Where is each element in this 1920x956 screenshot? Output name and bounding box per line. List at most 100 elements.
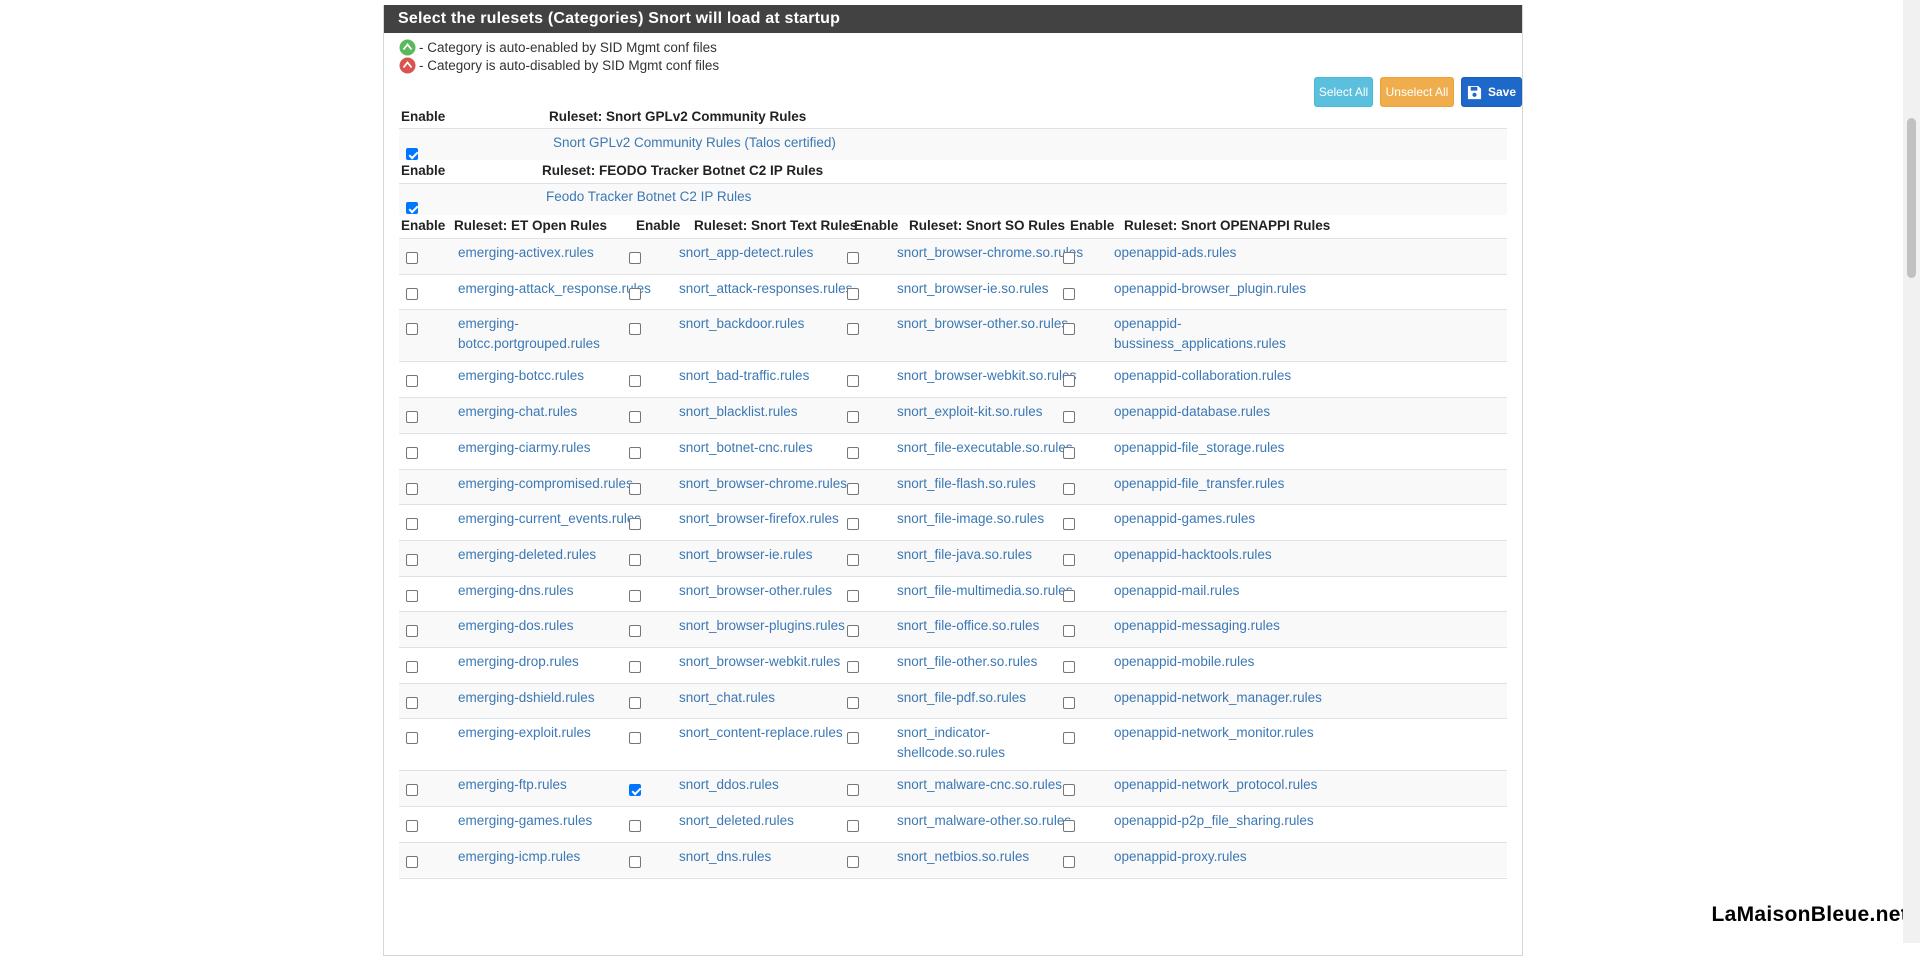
et-rule-link[interactable]: emerging-dshield.rules [458, 688, 595, 708]
so-rule-link[interactable]: snort_file-pdf.so.rules [897, 688, 1026, 708]
so-rule-link[interactable]: snort_exploit-kit.so.rules [897, 402, 1043, 422]
so-rule-checkbox[interactable] [847, 287, 859, 300]
openappid-rule-link[interactable]: openappid-collaboration.rules [1114, 366, 1291, 386]
so-rule-link[interactable]: snort_file-executable.so.rules [897, 438, 1073, 458]
openappid-rule-link[interactable]: openappid-mobile.rules [1114, 652, 1254, 672]
openappid-rule-link[interactable]: openappid-mail.rules [1114, 581, 1239, 601]
et-rule-link[interactable]: emerging-ftp.rules [458, 775, 567, 795]
text-rule-checkbox[interactable] [629, 553, 641, 566]
so-rule-link[interactable]: snort_browser-chrome.so.rules [897, 243, 1083, 263]
text-rule-link[interactable]: snort_botnet-cnc.rules [679, 438, 813, 458]
et-rule-link[interactable]: emerging-botcc.portgrouped.rules [458, 314, 600, 353]
et-rule-checkbox[interactable] [406, 589, 418, 602]
openappid-rule-checkbox[interactable] [1063, 553, 1075, 566]
openappid-rule-checkbox[interactable] [1063, 696, 1075, 709]
gplv2-checkbox[interactable] [406, 148, 418, 160]
openappid-rule-checkbox[interactable] [1063, 482, 1075, 495]
et-rule-link[interactable]: emerging-deleted.rules [458, 545, 596, 565]
so-rule-link[interactable]: snort_file-image.so.rules [897, 509, 1044, 529]
et-rule-checkbox[interactable] [406, 375, 418, 388]
openappid-rule-link[interactable]: openappid-browser_plugin.rules [1114, 279, 1306, 299]
text-rule-checkbox[interactable] [629, 252, 641, 264]
openappid-rule-checkbox[interactable] [1063, 732, 1075, 745]
et-rule-checkbox[interactable] [406, 625, 418, 638]
et-rule-checkbox[interactable] [406, 287, 418, 300]
et-rule-checkbox[interactable] [406, 661, 418, 673]
openappid-rule-link[interactable]: openappid-proxy.rules [1114, 847, 1247, 867]
et-rule-checkbox[interactable] [406, 323, 418, 336]
feodo-rule-link[interactable]: Feodo Tracker Botnet C2 IP Rules [546, 187, 751, 207]
openappid-rule-link[interactable]: openappid-file_storage.rules [1114, 438, 1284, 458]
text-rule-checkbox[interactable] [629, 784, 641, 797]
openappid-rule-checkbox[interactable] [1063, 625, 1075, 638]
et-rule-checkbox[interactable] [406, 411, 418, 424]
et-rule-checkbox[interactable] [406, 553, 418, 566]
so-rule-checkbox[interactable] [847, 252, 859, 264]
text-rule-link[interactable]: snort_chat.rules [679, 688, 775, 708]
text-rule-link[interactable]: snort_browser-other.rules [679, 581, 832, 601]
gplv2-rule-link[interactable]: Snort GPLv2 Community Rules (Talos certi… [553, 133, 836, 153]
so-rule-link[interactable]: snort_file-java.so.rules [897, 545, 1032, 565]
text-rule-checkbox[interactable] [629, 323, 641, 336]
so-rule-checkbox[interactable] [847, 625, 859, 638]
et-rule-link[interactable]: emerging-botcc.rules [458, 366, 584, 386]
et-rule-checkbox[interactable] [406, 252, 418, 264]
select-all-button[interactable]: Select All [1314, 77, 1373, 107]
openappid-rule-checkbox[interactable] [1063, 323, 1075, 336]
text-rule-link[interactable]: snort_browser-ie.rules [679, 545, 813, 565]
et-rule-link[interactable]: emerging-attack_response.rules [458, 279, 651, 299]
text-rule-checkbox[interactable] [629, 287, 641, 300]
text-rule-link[interactable]: snort_browser-firefox.rules [679, 509, 839, 529]
openappid-rule-link[interactable]: openappid-ads.rules [1114, 243, 1236, 263]
et-rule-checkbox[interactable] [406, 482, 418, 495]
et-rule-link[interactable]: emerging-ciarmy.rules [458, 438, 591, 458]
et-rule-checkbox[interactable] [406, 696, 418, 709]
text-rule-link[interactable]: snort_deleted.rules [679, 811, 794, 831]
openappid-rule-checkbox[interactable] [1063, 518, 1075, 531]
so-rule-checkbox[interactable] [847, 553, 859, 566]
text-rule-checkbox[interactable] [629, 661, 641, 673]
so-rule-checkbox[interactable] [847, 696, 859, 709]
text-rule-checkbox[interactable] [629, 589, 641, 602]
openappid-rule-checkbox[interactable] [1063, 252, 1075, 264]
openappid-rule-checkbox[interactable] [1063, 855, 1075, 868]
so-rule-checkbox[interactable] [847, 482, 859, 495]
text-rule-checkbox[interactable] [629, 482, 641, 495]
openappid-rule-link[interactable]: openappid-database.rules [1114, 402, 1270, 422]
text-rule-link[interactable]: snort_bad-traffic.rules [679, 366, 809, 386]
text-rule-checkbox[interactable] [629, 855, 641, 868]
so-rule-checkbox[interactable] [847, 784, 859, 797]
et-rule-link[interactable]: emerging-dos.rules [458, 616, 574, 636]
openappid-rule-link[interactable]: openappid-bussiness_applications.rules [1114, 314, 1286, 353]
openappid-rule-checkbox[interactable] [1063, 287, 1075, 300]
so-rule-link[interactable]: snort_indicator-shellcode.so.rules [897, 723, 1005, 762]
openappid-rule-checkbox[interactable] [1063, 411, 1075, 424]
so-rule-link[interactable]: snort_malware-other.so.rules [897, 811, 1071, 831]
text-rule-link[interactable]: snort_browser-webkit.rules [679, 652, 840, 672]
openappid-rule-checkbox[interactable] [1063, 589, 1075, 602]
so-rule-checkbox[interactable] [847, 589, 859, 602]
openappid-rule-checkbox[interactable] [1063, 446, 1075, 459]
et-rule-checkbox[interactable] [406, 446, 418, 459]
page-scrollbar[interactable] [1903, 0, 1920, 943]
et-rule-link[interactable]: emerging-icmp.rules [458, 847, 580, 867]
et-rule-checkbox[interactable] [406, 784, 418, 797]
text-rule-checkbox[interactable] [629, 696, 641, 709]
openappid-rule-link[interactable]: openappid-hacktools.rules [1114, 545, 1272, 565]
text-rule-link[interactable]: snort_app-detect.rules [679, 243, 813, 263]
so-rule-checkbox[interactable] [847, 855, 859, 868]
et-rule-checkbox[interactable] [406, 855, 418, 868]
openappid-rule-link[interactable]: openappid-messaging.rules [1114, 616, 1280, 636]
so-rule-checkbox[interactable] [847, 323, 859, 336]
openappid-rule-link[interactable]: openappid-network_manager.rules [1114, 688, 1322, 708]
openappid-rule-checkbox[interactable] [1063, 820, 1075, 833]
scrollbar-thumb[interactable] [1907, 118, 1916, 278]
openappid-rule-checkbox[interactable] [1063, 784, 1075, 797]
openappid-rule-link[interactable]: openappid-network_monitor.rules [1114, 723, 1314, 743]
text-rule-link[interactable]: snort_content-replace.rules [679, 723, 843, 743]
et-rule-checkbox[interactable] [406, 820, 418, 833]
so-rule-link[interactable]: snort_browser-webkit.so.rules [897, 366, 1076, 386]
openappid-rule-checkbox[interactable] [1063, 375, 1075, 388]
openappid-rule-link[interactable]: openappid-p2p_file_sharing.rules [1114, 811, 1314, 831]
so-rule-link[interactable]: snort_file-office.so.rules [897, 616, 1039, 636]
